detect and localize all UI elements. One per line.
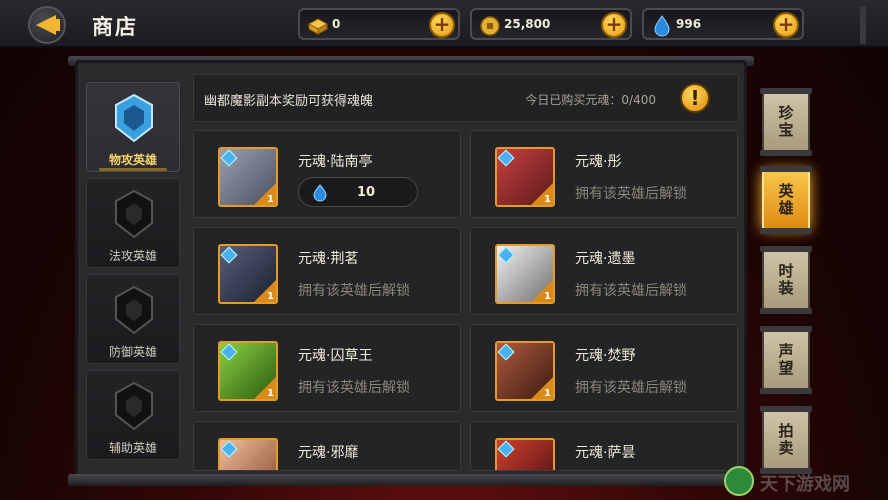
gold-bar-icon [306, 14, 330, 38]
shop-item-card[interactable]: 元魂·邪靡 [193, 421, 461, 471]
add-gold-coin-button[interactable]: + [601, 12, 627, 38]
category-label: 防御英雄 [108, 345, 157, 359]
tab-label: 珍宝 [776, 105, 795, 139]
item-title: 元魂·囚草王 [298, 348, 373, 364]
add-gold-bar-button[interactable]: + [429, 12, 455, 38]
tab-cap [760, 88, 812, 94]
category-sidebar: 物攻英雄 法攻英雄 防御英雄 辅助英雄 [80, 76, 186, 466]
item-lock-status: 拥有该英雄后解锁 [298, 283, 410, 299]
hero-level: 1 [267, 388, 274, 399]
item-lock-status: 拥有该英雄后解锁 [575, 283, 687, 299]
back-button[interactable] [28, 6, 74, 44]
tab-treasure[interactable]: 珍宝 [760, 88, 812, 156]
item-lock-status: 拥有该英雄后解锁 [298, 380, 410, 396]
shop-item-card[interactable]: 元魂·萨昙 [470, 421, 738, 471]
item-price: 10 [357, 185, 376, 200]
hero-portrait: 1 [218, 341, 278, 401]
shop-item-card[interactable]: 1 元魂·陆南亭 10 [193, 130, 461, 218]
item-lock-status: 拥有该英雄后解锁 [575, 380, 687, 396]
tab-label: 声望 [776, 343, 795, 377]
add-soul-drop-button[interactable]: + [773, 12, 799, 38]
magic-attack-icon [115, 189, 153, 239]
item-title: 元魂·邪靡 [298, 445, 359, 461]
top-bar-end-cap [860, 6, 866, 44]
category-label: 物攻英雄 [108, 153, 157, 167]
watermark-logo-icon [724, 466, 754, 496]
category-support[interactable]: 辅助英雄 [86, 370, 180, 460]
tab-cap [760, 150, 812, 156]
shop-item-card[interactable]: 1 元魂·遗墨 拥有该英雄后解锁 [470, 227, 738, 315]
hero-level: 1 [267, 291, 274, 302]
currency-gold-coin: 25,800 + [470, 8, 632, 40]
tab-cap [760, 308, 812, 314]
hero-level: 1 [267, 194, 274, 205]
item-title: 元魂·萨昙 [575, 445, 636, 461]
shop-item-card[interactable]: 1 元魂·囚草王 拥有该英雄后解锁 [193, 324, 461, 412]
category-label: 辅助英雄 [108, 441, 157, 455]
physical-attack-icon [115, 93, 153, 143]
tab-reputation[interactable]: 声望 [760, 326, 812, 394]
tab-cap [760, 246, 812, 252]
category-defense[interactable]: 防御英雄 [86, 274, 180, 364]
tab-costume[interactable]: 时装 [760, 246, 812, 314]
daily-purchase-count: 今日已购买元魂：0/400 [525, 93, 656, 107]
tab-label: 英雄 [776, 183, 795, 217]
top-bar: 商店 0 + 25,800 + 996 + [0, 0, 888, 48]
soul-drop-icon [650, 14, 674, 38]
soul-drop-icon [313, 184, 327, 202]
category-magic-attack[interactable]: 法攻英雄 [86, 178, 180, 268]
currency-soul-drop: 996 + [642, 8, 804, 40]
category-physical-attack[interactable]: 物攻英雄 [86, 82, 180, 172]
hero-portrait: 1 [218, 244, 278, 304]
item-lock-status: 拥有该英雄后解锁 [575, 186, 687, 202]
back-arrow-tail [48, 19, 60, 31]
tab-cap [760, 326, 812, 332]
gold-coin-icon [478, 14, 502, 38]
hero-portrait: 1 [495, 147, 555, 207]
item-title: 元魂·陆南亭 [298, 154, 373, 170]
tab-hero[interactable]: 英雄 [760, 166, 812, 234]
category-label: 法攻英雄 [108, 249, 157, 263]
hero-portrait [495, 438, 555, 470]
support-icon [115, 381, 153, 431]
tab-cap [760, 228, 812, 234]
item-title: 元魂·焚野 [575, 348, 636, 364]
tab-cap [760, 388, 812, 394]
hero-portrait: 1 [218, 147, 278, 207]
tab-label: 拍卖 [776, 423, 795, 457]
hero-portrait [218, 438, 278, 470]
hero-level: 1 [544, 388, 551, 399]
item-title: 元魂·荆茗 [298, 251, 359, 267]
shop-item-card[interactable]: 1 元魂·彤 拥有该英雄后解锁 [470, 130, 738, 218]
buy-price-button[interactable]: 10 [298, 177, 418, 207]
page-title: 商店 [92, 15, 138, 39]
watermark: 天下游戏网 [724, 464, 874, 498]
shop-item-card[interactable]: 1 元魂·荆茗 拥有该英雄后解锁 [193, 227, 461, 315]
defense-icon [115, 285, 153, 335]
watermark-text: 天下游戏网 [760, 474, 850, 495]
tab-cap [760, 406, 812, 412]
hero-portrait: 1 [495, 244, 555, 304]
currency-gold-bar: 0 + [298, 8, 460, 40]
item-title: 元魂·遗墨 [575, 251, 636, 267]
info-warning-button[interactable]: ! [680, 83, 710, 113]
hero-level: 1 [544, 291, 551, 302]
info-description: 幽都魔影副本奖励可获得魂魄 [204, 94, 374, 109]
hero-portrait: 1 [495, 341, 555, 401]
info-strip: 幽都魔影副本奖励可获得魂魄 今日已购买元魂：0/400 ! [193, 74, 739, 122]
tab-cap [760, 166, 812, 172]
tab-auction[interactable]: 拍卖 [760, 406, 812, 474]
gold-bar-value: 0 [332, 17, 341, 31]
panel-bottom-rod [68, 474, 754, 486]
hero-level: 1 [544, 194, 551, 205]
gold-coin-value: 25,800 [504, 17, 551, 31]
soul-drop-value: 996 [676, 17, 702, 31]
item-title: 元魂·彤 [575, 154, 622, 170]
tab-label: 时装 [776, 263, 795, 297]
shop-item-card[interactable]: 1 元魂·焚野 拥有该英雄后解锁 [470, 324, 738, 412]
